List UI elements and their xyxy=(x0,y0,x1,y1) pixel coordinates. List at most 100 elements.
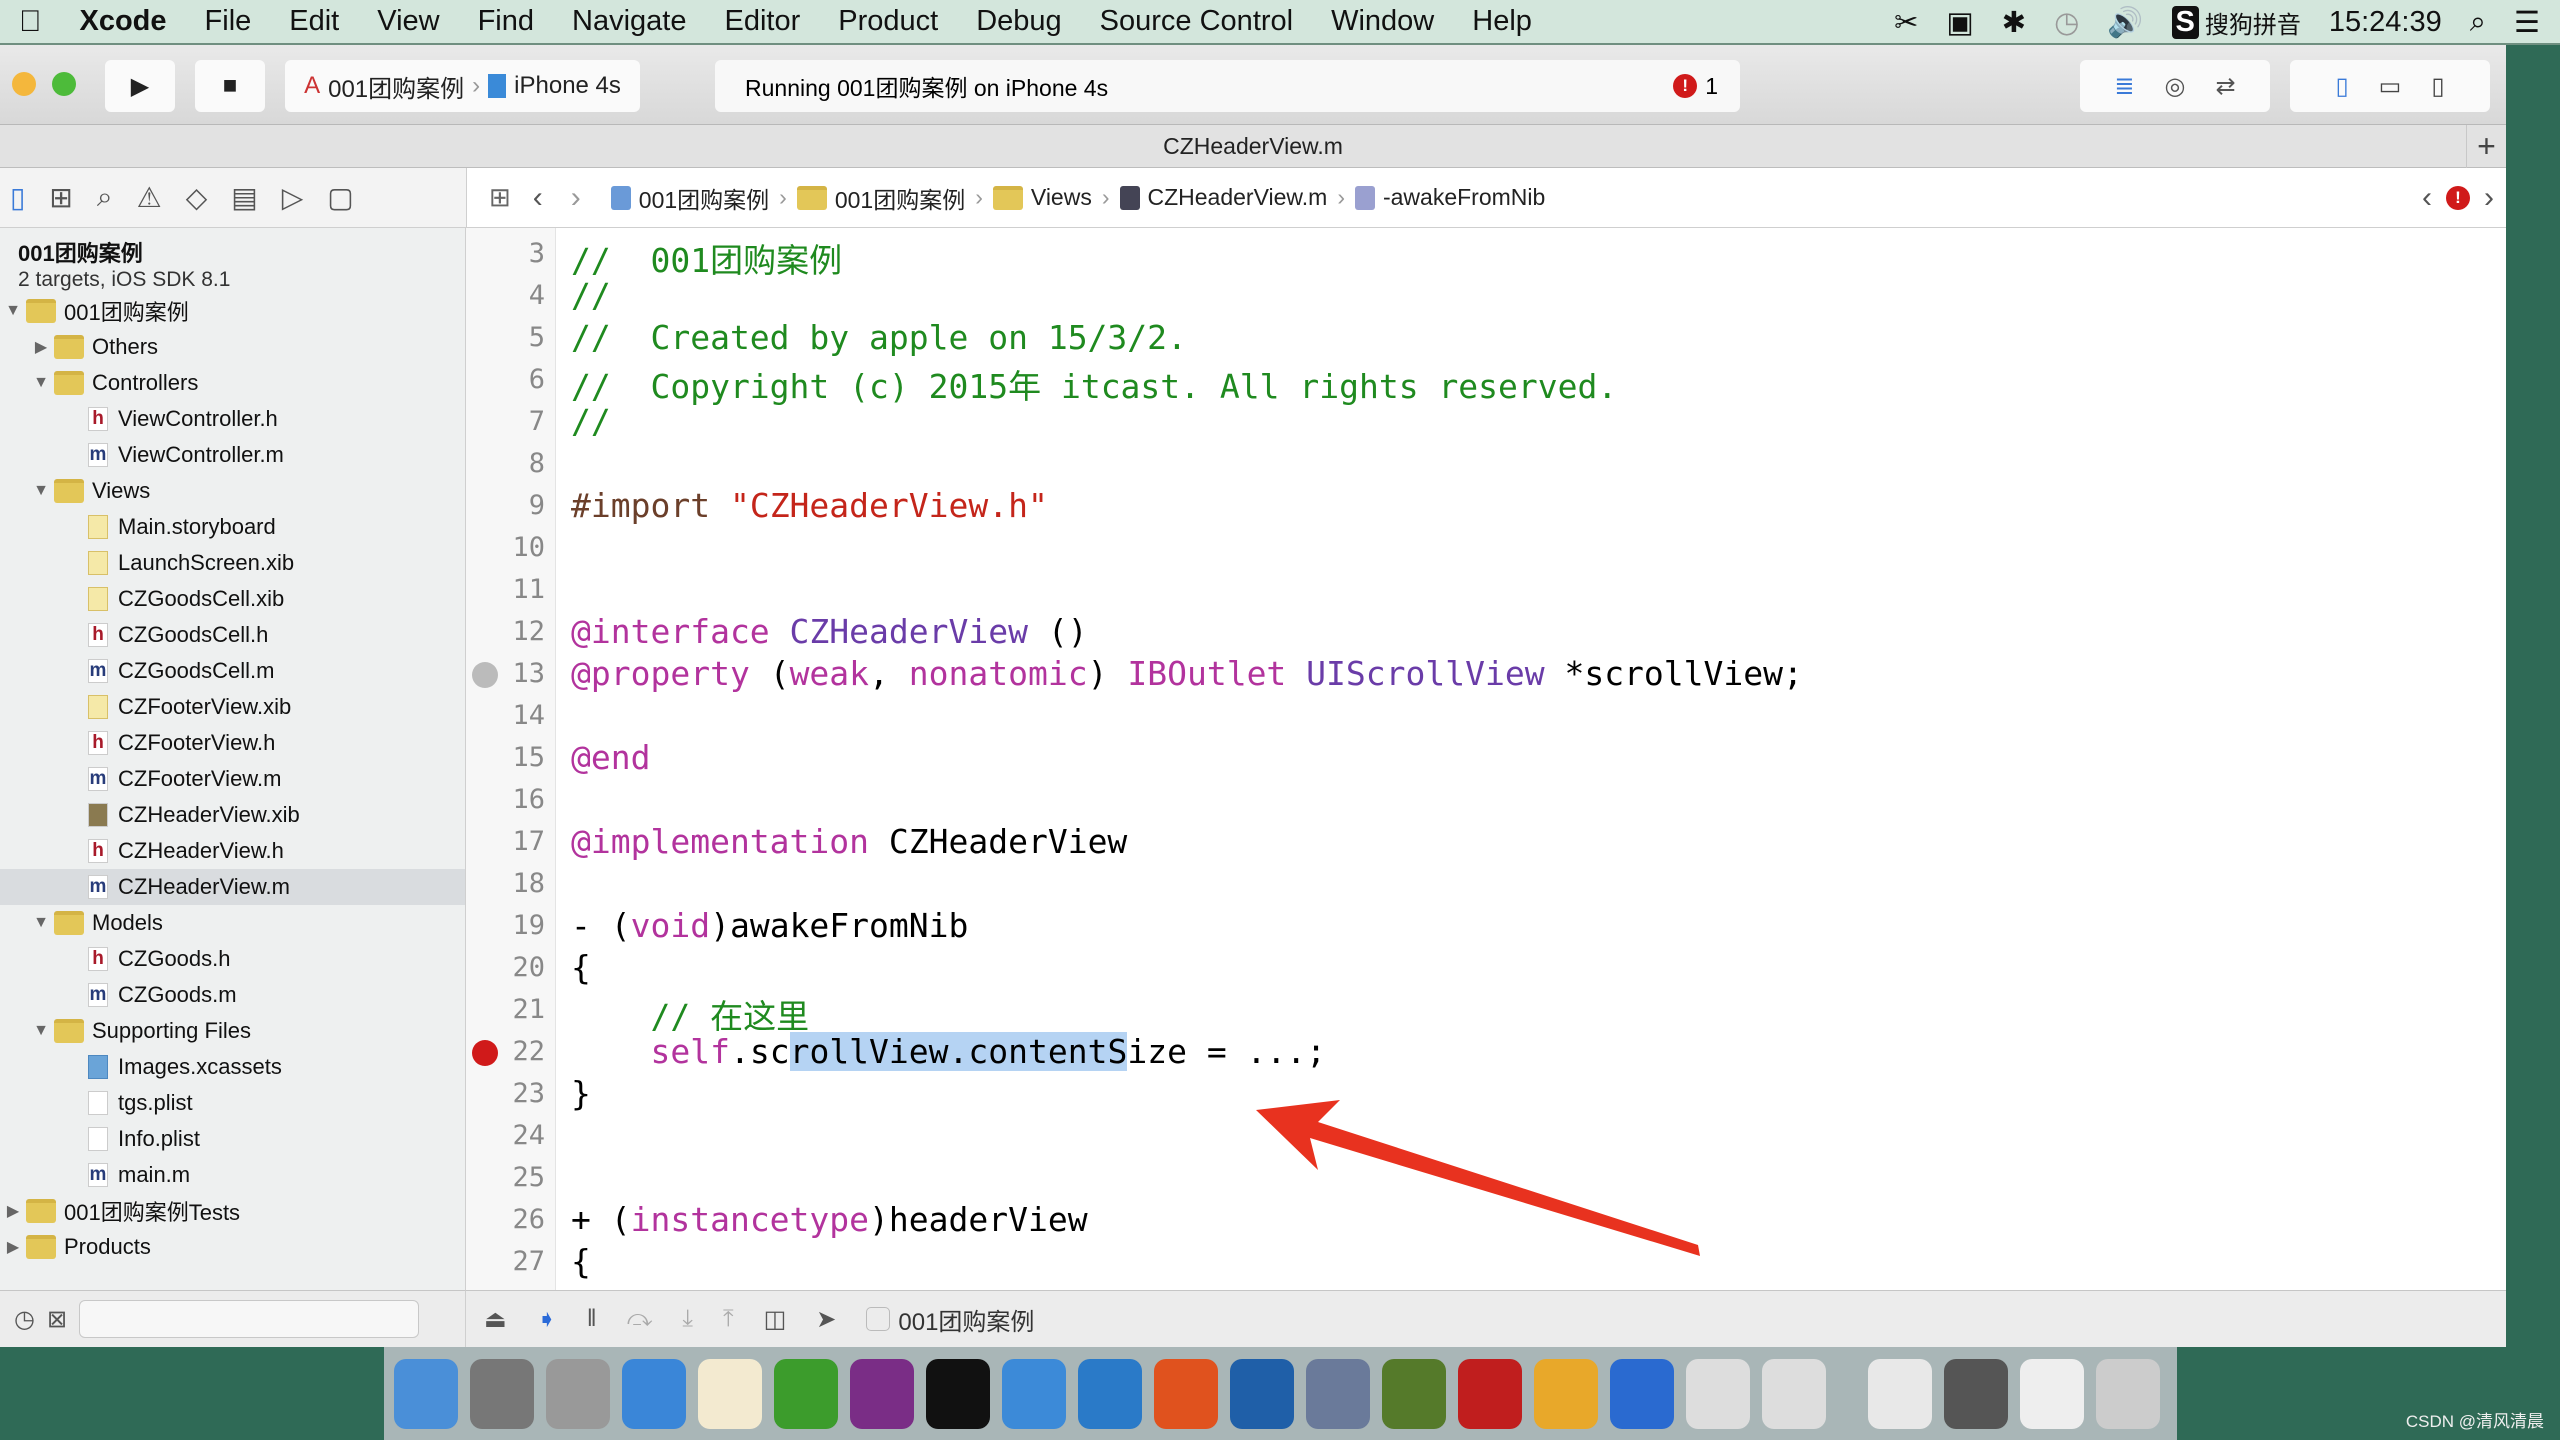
tree-item[interactable]: h CZGoodsCell.h xyxy=(0,617,465,653)
simulate-location-icon[interactable]: ➤ xyxy=(816,1305,836,1334)
tab-czheaderview-m[interactable]: CZHeaderView.m xyxy=(1163,133,1343,159)
dock-snip-icon[interactable] xyxy=(1230,1358,1294,1429)
input-method-label[interactable]: 搜狗拼音 xyxy=(2205,5,2301,40)
tree-item[interactable]: m CZFooterView.m xyxy=(0,761,465,797)
zoom-button[interactable] xyxy=(52,72,76,96)
tree-item[interactable]: Main.storyboard xyxy=(0,509,465,545)
apple-menu-icon[interactable]:  xyxy=(19,5,42,39)
camera-icon[interactable]: ▣ xyxy=(1946,5,1973,40)
dock-trash-icon[interactable] xyxy=(2096,1358,2160,1429)
menu-help[interactable]: Help xyxy=(1472,5,1532,38)
dock-powerpoint-icon[interactable] xyxy=(1154,1358,1218,1429)
breakpoint-navigator-icon[interactable]: ▷ xyxy=(282,181,304,214)
menu-edit[interactable]: Edit xyxy=(289,5,339,38)
menu-find[interactable]: Find xyxy=(478,5,534,38)
disclosure-open-icon[interactable]: ▼ xyxy=(32,374,50,392)
input-method-icon[interactable]: S xyxy=(2171,6,2199,39)
breadcrumb-item[interactable]: 001团购案例 xyxy=(610,181,769,215)
tree-item[interactable]: Images.xcassets xyxy=(0,1049,465,1085)
tree-item[interactable]: ▼ Models xyxy=(0,905,465,941)
stop-button[interactable]: ■ xyxy=(195,60,265,112)
view-debugger-icon[interactable]: ◫ xyxy=(764,1305,787,1334)
volume-icon[interactable]: 🔊 xyxy=(2107,6,2143,40)
disclosure-open-icon[interactable]: ▼ xyxy=(4,302,22,320)
scissors-icon[interactable]: ✂ xyxy=(1894,5,1918,40)
tree-item[interactable]: m CZHeaderView.m xyxy=(0,869,465,905)
dock-finder-icon[interactable] xyxy=(394,1358,458,1429)
utilities-toggle-icon[interactable]: ▯ xyxy=(2431,72,2444,101)
project-navigator-icon[interactable]: ▯ xyxy=(10,181,25,214)
bluetooth-icon[interactable]: ✱ xyxy=(2002,5,2026,40)
dock-xcode-icon[interactable] xyxy=(1002,1358,1066,1429)
test-navigator-icon[interactable]: ◇ xyxy=(186,181,208,214)
menu-window[interactable]: Window xyxy=(1331,5,1434,38)
debug-area-toggle-icon[interactable]: ▭ xyxy=(2379,72,2402,101)
tree-item[interactable]: ▶ Others xyxy=(0,329,465,365)
menu-editor[interactable]: Editor xyxy=(724,5,800,38)
target-selector[interactable]: 001团购案例 xyxy=(866,1302,1034,1337)
issue-error-icon[interactable]: ! xyxy=(2446,185,2470,210)
filter-input[interactable] xyxy=(79,1300,420,1338)
tree-item[interactable]: h CZGoods.h xyxy=(0,941,465,977)
back-button[interactable]: ‹ xyxy=(533,181,543,215)
related-items-icon[interactable]: ⊞ xyxy=(489,182,511,213)
tree-item[interactable]: m ViewController.m xyxy=(0,437,465,473)
error-marker-icon[interactable] xyxy=(472,1040,498,1066)
menu-source-control[interactable]: Source Control xyxy=(1100,5,1293,38)
dock-system-preferences-icon[interactable] xyxy=(470,1358,534,1429)
dock-filezilla-icon[interactable] xyxy=(1458,1358,1522,1429)
breakpoints-toggle-icon[interactable]: ➧ xyxy=(537,1305,557,1334)
tree-item[interactable]: LaunchScreen.xib xyxy=(0,545,465,581)
standard-editor-icon[interactable]: ≣ xyxy=(2114,72,2134,101)
minimize-button[interactable] xyxy=(12,72,36,96)
menu-file[interactable]: File xyxy=(205,5,252,38)
dock-text-editor-2-icon[interactable] xyxy=(1762,1358,1826,1429)
tree-item[interactable]: h ViewController.h xyxy=(0,401,465,437)
issue-navigator-icon[interactable]: ⚠ xyxy=(137,181,162,214)
symbol-navigator-icon[interactable]: ⊞ xyxy=(49,181,72,214)
tree-item[interactable]: CZGoodsCell.xib xyxy=(0,581,465,617)
menu-debug[interactable]: Debug xyxy=(976,5,1061,38)
dock-onenote-icon[interactable] xyxy=(850,1358,914,1429)
tree-item[interactable]: Info.plist xyxy=(0,1121,465,1157)
dock-launchpad-icon[interactable] xyxy=(546,1358,610,1429)
recent-files-icon[interactable]: ◷ xyxy=(14,1305,35,1334)
scheme-selector[interactable]: A 001团购案例 › iPhone 4s xyxy=(285,60,640,112)
version-editor-icon[interactable]: ⇄ xyxy=(2215,72,2235,101)
clock[interactable]: 15:24:39 xyxy=(2329,6,2442,39)
dock-screen-sharing-icon[interactable] xyxy=(1944,1358,2008,1429)
navigator-toggle-icon[interactable]: ▯ xyxy=(2335,72,2348,101)
disclosure-closed-icon[interactable]: ▶ xyxy=(4,1201,22,1221)
scm-filter-icon[interactable]: ⊠ xyxy=(47,1305,67,1334)
dock-photo-booth-icon[interactable] xyxy=(1306,1358,1370,1429)
dock-terminal-icon[interactable] xyxy=(926,1358,990,1429)
menu-navigate[interactable]: Navigate xyxy=(572,5,686,38)
forward-button[interactable]: › xyxy=(571,181,581,215)
dock-instruments-icon[interactable] xyxy=(1382,1358,1446,1429)
step-into-icon[interactable]: ⤓ xyxy=(682,1305,693,1333)
breadcrumb-item[interactable]: CZHeaderView.m xyxy=(1119,184,1327,211)
debug-navigator-icon[interactable]: ▤ xyxy=(231,181,257,214)
tree-item[interactable]: m main.m xyxy=(0,1157,465,1193)
tree-item[interactable]: ▶ Products xyxy=(0,1229,465,1265)
spotlight-icon[interactable]: ⌕ xyxy=(2470,6,2486,39)
tree-item[interactable]: m CZGoodsCell.m xyxy=(0,653,465,689)
tree-item[interactable]: CZFooterView.xib xyxy=(0,689,465,725)
tree-item[interactable]: ▶ 001团购案例Tests xyxy=(0,1193,465,1229)
tree-item[interactable]: h CZHeaderView.h xyxy=(0,833,465,869)
run-button[interactable]: ▶ xyxy=(105,60,175,112)
hide-debug-area-icon[interactable]: ⏏ xyxy=(484,1305,507,1334)
project-header[interactable]: 001团购案例 2 targets, iOS SDK 8.1 xyxy=(18,236,230,292)
disclosure-closed-icon[interactable]: ▶ xyxy=(32,337,50,357)
disclosure-open-icon[interactable]: ▼ xyxy=(32,482,50,500)
notification-center-icon[interactable]: ☰ xyxy=(2514,5,2540,40)
breadcrumb-item[interactable]: Views xyxy=(992,184,1092,211)
error-indicator[interactable]: ! 1 xyxy=(1673,73,1718,100)
tree-item[interactable]: CZHeaderView.xib xyxy=(0,797,465,833)
breadcrumb-item[interactable]: 001团购案例 xyxy=(796,181,965,215)
outlet-connection-icon[interactable] xyxy=(472,662,498,688)
dock-text-editor-icon[interactable] xyxy=(1686,1358,1750,1429)
time-machine-icon[interactable]: ◷ xyxy=(2054,5,2079,40)
menu-xcode[interactable]: Xcode xyxy=(80,5,167,38)
tree-item[interactable]: ▼ Supporting Files xyxy=(0,1013,465,1049)
